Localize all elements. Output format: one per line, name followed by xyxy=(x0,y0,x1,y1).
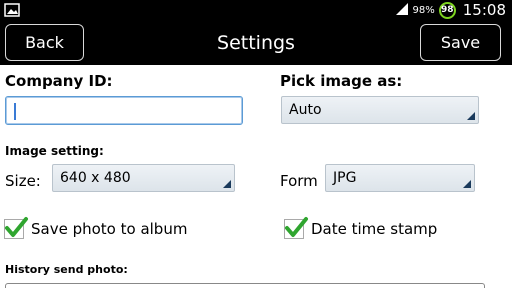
date-stamp-label[interactable]: Date time stamp xyxy=(311,220,437,238)
save-photo-checkbox[interactable] xyxy=(4,217,28,239)
action-bar: Back Settings Save xyxy=(0,20,512,65)
size-value: 640 x 480 xyxy=(60,170,131,186)
form-label: Form xyxy=(280,172,318,190)
image-setting-label: Image setting: xyxy=(5,144,104,158)
dropdown-corner-icon xyxy=(467,112,475,120)
size-select[interactable]: 640 x 480 xyxy=(52,164,235,192)
history-list[interactable] xyxy=(5,283,485,288)
checkmark-icon xyxy=(285,217,308,237)
dropdown-corner-icon xyxy=(223,180,231,188)
format-value: JPG xyxy=(333,170,357,186)
format-select[interactable]: JPG xyxy=(325,164,475,192)
checkmark-icon xyxy=(5,217,28,237)
history-label: History send photo: xyxy=(5,263,128,276)
company-id-field[interactable] xyxy=(5,96,243,125)
date-stamp-checkbox[interactable] xyxy=(284,217,308,239)
back-button[interactable]: Back xyxy=(5,24,84,61)
text-cursor xyxy=(14,103,16,120)
save-photo-label[interactable]: Save photo to album xyxy=(31,220,187,238)
save-button[interactable]: Save xyxy=(420,24,501,61)
pick-image-label: Pick image as: xyxy=(280,72,403,90)
clock: 15:08 xyxy=(462,1,506,19)
pick-image-select[interactable]: Auto xyxy=(281,96,479,124)
battery-percentage: 98% xyxy=(412,4,435,16)
battery-circle-icon: 98 xyxy=(438,1,456,19)
status-bar: 98% 98 15:08 xyxy=(0,0,512,20)
image-icon xyxy=(4,2,20,17)
company-id-label: Company ID: xyxy=(5,72,113,90)
signal-icon xyxy=(395,1,409,20)
page-title: Settings xyxy=(217,31,295,54)
dropdown-corner-icon xyxy=(463,180,471,188)
size-label: Size: xyxy=(5,172,41,190)
pick-image-value: Auto xyxy=(289,102,322,118)
